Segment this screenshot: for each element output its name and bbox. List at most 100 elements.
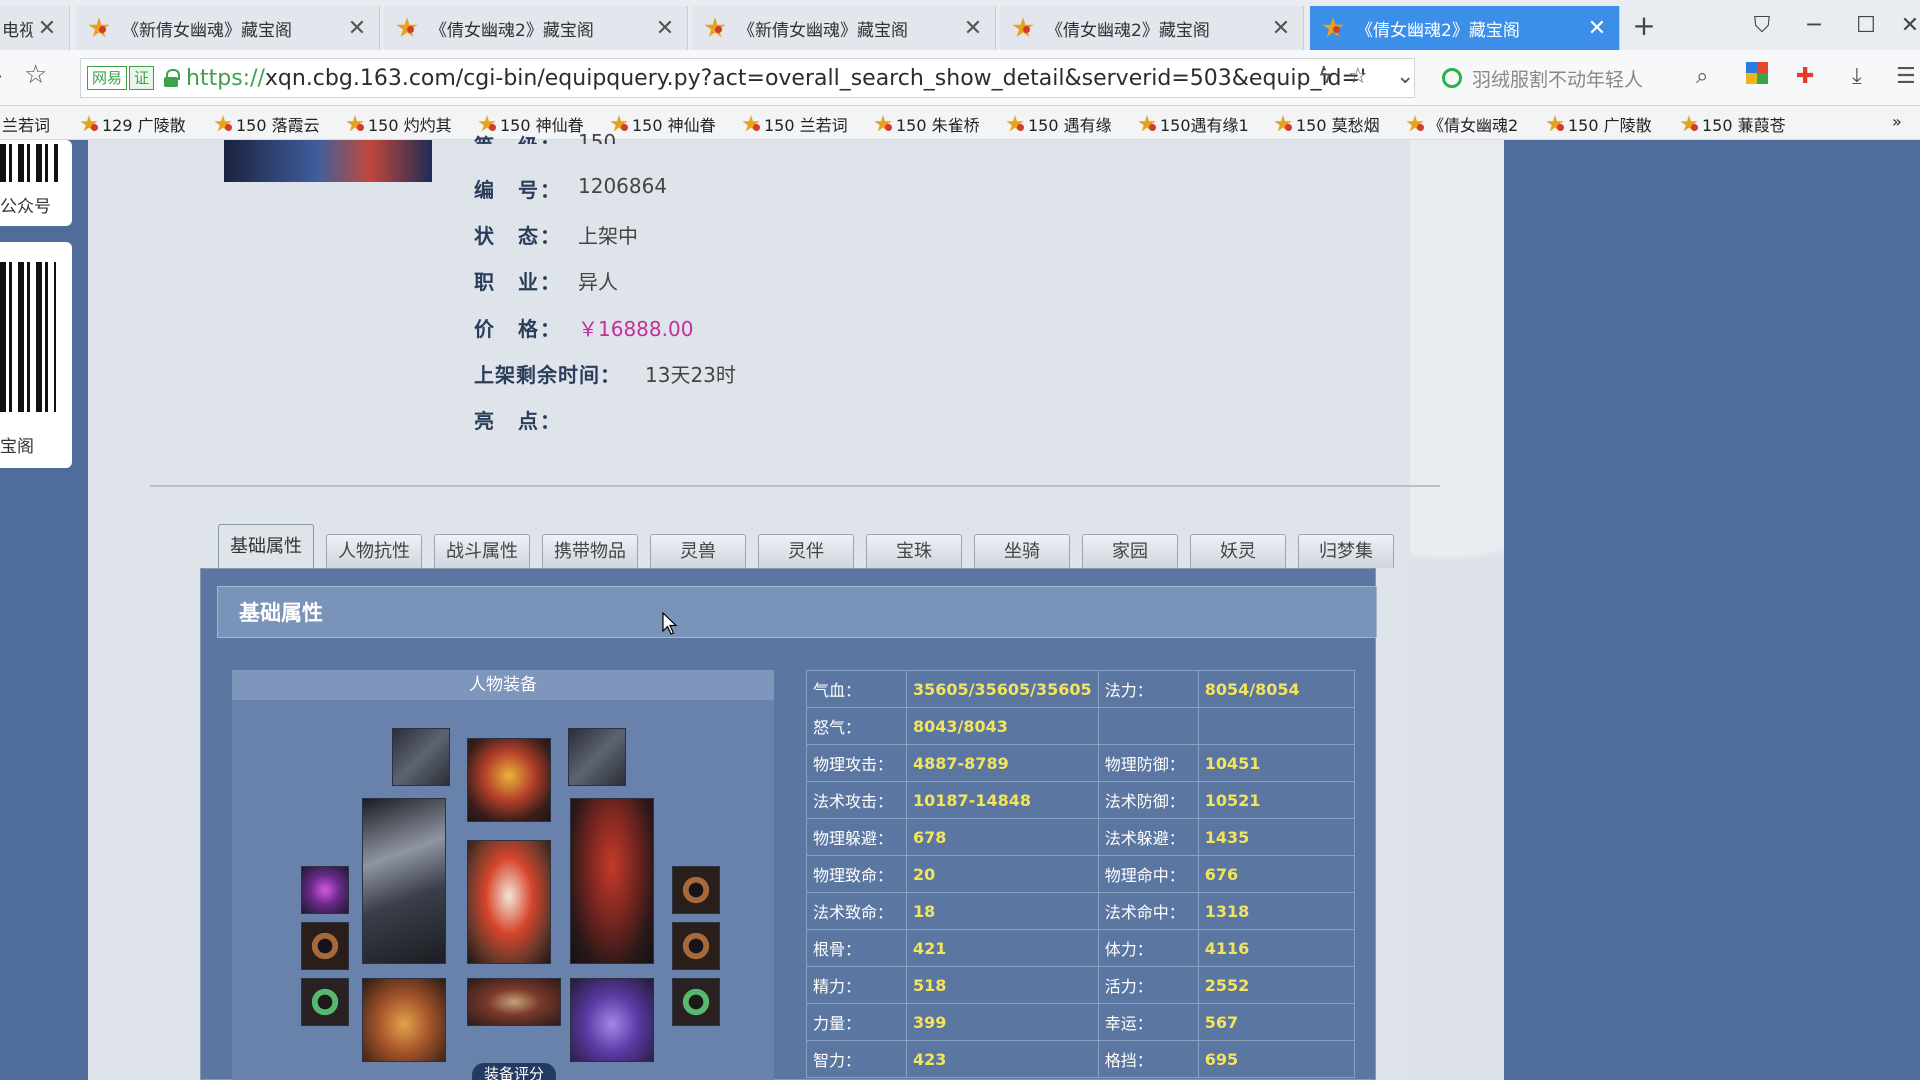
chevron-down-icon[interactable]: ⌄ (1396, 64, 1414, 89)
equip-slot-bracelet-left[interactable] (301, 922, 349, 970)
equip-slot-ring-right[interactable] (672, 978, 720, 1026)
bookmark-item[interactable]: 150 神仙眷 (610, 112, 716, 136)
stat-label: 物理躲避： (806, 818, 907, 856)
tab-home[interactable]: 家园 (1082, 534, 1178, 568)
browser-tab[interactable]: 《倩女幽魂2》藏宝阁 ✕ (384, 6, 688, 50)
stat-value: 567 (1197, 1003, 1355, 1041)
close-window-icon[interactable]: ✕ (1890, 8, 1920, 44)
equip-slot-boots[interactable] (570, 978, 654, 1062)
tab-combat-attributes[interactable]: 战斗属性 (434, 534, 530, 568)
game-favicon-icon (1680, 115, 1698, 133)
bookmark-item[interactable]: 150 灼灼其 (346, 112, 452, 136)
gamepad-icon[interactable]: ✚ (1796, 64, 1814, 89)
tab-resistance[interactable]: 人物抗性 (326, 534, 422, 568)
qr-card-wechat: 公众号 (0, 140, 72, 226)
equip-slot-weapon[interactable] (362, 798, 446, 964)
equip-slot-gem[interactable] (301, 866, 349, 914)
search-input[interactable]: 羽绒服割不动年轻人 (1472, 65, 1643, 92)
close-icon[interactable]: ✕ (651, 16, 679, 41)
price-value: ￥16888.00 (578, 317, 694, 341)
qr-label: 宝阁 (0, 437, 34, 457)
apps-grid-icon[interactable] (1746, 62, 1768, 84)
menu-icon[interactable]: ☰ (1896, 64, 1916, 89)
url-path: xqn.cbg.163.com/cgi-bin/equipquery.py?ac… (264, 65, 1367, 91)
url-field[interactable]: 网易 证 https://xqn.cbg.163.com/cgi-bin/equ… (80, 58, 1415, 98)
browser-tab[interactable]: 《新倩女幽魂》藏宝阁 ✕ (692, 6, 996, 50)
stat-value: 8043/8043 (906, 707, 1099, 745)
stat-value: 10521 (1197, 781, 1355, 819)
back-edge-icon[interactable]: › (0, 64, 3, 89)
tab-title: 电视剧 (2, 20, 33, 41)
close-icon[interactable]: ✕ (959, 16, 987, 41)
bookmark-star-icon[interactable]: ☆ (1348, 64, 1368, 89)
equip-slot-armor[interactable] (467, 840, 551, 964)
tab-yaoling[interactable]: 妖灵 (1190, 534, 1286, 568)
stat-value: 399 (906, 1003, 1099, 1041)
bookmark-label: 兰若词 (2, 116, 51, 135)
browser-tab[interactable]: 《倩女幽魂2》藏宝阁 ✕ (1000, 6, 1304, 50)
equip-slot-shoulder[interactable] (570, 798, 654, 964)
tab-carried-items[interactable]: 携带物品 (542, 534, 638, 568)
bookmark-item[interactable]: 150 莫愁烟 (1274, 112, 1380, 136)
tab-mount[interactable]: 坐骑 (974, 534, 1070, 568)
info-label: 编 号： (474, 178, 562, 202)
tab-gems[interactable]: 宝珠 (866, 534, 962, 568)
certificate-badge[interactable]: 证 (129, 66, 155, 90)
panel-title: 基础属性 (239, 601, 323, 625)
equip-slot-ring-left[interactable] (301, 978, 349, 1026)
favorite-star-icon[interactable]: ☆ (24, 60, 47, 90)
close-icon[interactable]: ✕ (1267, 16, 1295, 41)
bookmark-item[interactable]: 兰若词 (2, 112, 50, 136)
tab-basic-attributes[interactable]: 基础属性 (218, 524, 314, 568)
bookmark-item[interactable]: 150 朱雀桥 (874, 112, 980, 136)
browser-tab[interactable]: 电视剧 ✕ (0, 6, 70, 50)
game-favicon-icon (80, 115, 98, 133)
game-favicon-icon (704, 17, 726, 39)
info-label: 上架剩余时间： (474, 363, 621, 387)
bookmark-item[interactable]: 150 兰若词 (742, 112, 848, 136)
bookmark-label: 150 神仙眷 (632, 116, 716, 135)
shirt-icon[interactable]: ⛉ (1742, 8, 1782, 44)
close-icon[interactable]: ✕ (33, 16, 61, 41)
equip-slot-necklace[interactable] (392, 728, 450, 786)
bookmark-item[interactable]: 150 遇有缘 (1006, 112, 1112, 136)
equip-slot-bracelet-right[interactable] (672, 922, 720, 970)
bookmark-item[interactable]: 150遇有缘1 (1138, 112, 1249, 136)
stat-value: 1435 (1197, 818, 1355, 856)
bookmark-item[interactable]: 129 广陵散 (80, 112, 186, 136)
bookmark-item[interactable]: 150 落霞云 (214, 112, 320, 136)
equip-slot-belt[interactable] (467, 978, 561, 1026)
new-tab-button[interactable]: + (1624, 8, 1664, 44)
maximize-icon[interactable]: ☐ (1846, 8, 1886, 44)
bookmark-item[interactable]: 《倩女幽魂2 (1406, 112, 1518, 136)
search-box[interactable]: 羽绒服割不动年轻人 (1428, 58, 1708, 98)
bookmarks-more-icon[interactable]: » (1892, 112, 1902, 131)
tab-spirit-beast[interactable]: 灵兽 (650, 534, 746, 568)
equip-slot-ornament-right[interactable] (672, 866, 720, 914)
tab-dream-collection[interactable]: 归梦集 (1298, 534, 1394, 568)
equip-slot-gloves[interactable] (362, 978, 446, 1062)
stat-value: 2552 (1197, 966, 1355, 1004)
browser-tab[interactable]: 《新倩女幽魂》藏宝阁 ✕ (76, 6, 380, 50)
url-text[interactable]: https://xqn.cbg.163.com/cgi-bin/equipque… (186, 66, 1414, 91)
equipment-score-button[interactable]: 装备评分 (472, 1063, 556, 1080)
tab-spirit-companion[interactable]: 灵伴 (758, 534, 854, 568)
browser-tab-active[interactable]: 《倩女幽魂2》藏宝阁 ✕ (1310, 6, 1620, 50)
download-icon[interactable]: ⤓ (1852, 64, 1862, 89)
equip-slot-amulet[interactable] (568, 728, 626, 786)
equip-slot-helmet[interactable] (467, 738, 551, 822)
info-value: 异人 (578, 270, 618, 294)
close-icon[interactable]: ✕ (343, 16, 371, 41)
lightning-icon[interactable]: ϟ (1318, 64, 1333, 89)
search-icon[interactable]: ⌕ (1696, 64, 1708, 89)
tab-bar: 电视剧 ✕ 《新倩女幽魂》藏宝阁 ✕ 《倩女幽魂2》藏宝阁 ✕ 《新倩女幽魂》藏… (0, 0, 1920, 50)
bookmark-item[interactable]: 150 蒹葭苍 (1680, 112, 1786, 136)
stat-label: 法术命中： (1097, 892, 1199, 930)
minimize-icon[interactable]: ─ (1794, 8, 1834, 44)
close-icon[interactable]: ✕ (1583, 16, 1611, 41)
bookmark-item[interactable]: 150 广陵散 (1546, 112, 1652, 136)
bookmark-label: 150 遇有缘 (1028, 116, 1112, 135)
bookmark-label: 150遇有缘1 (1160, 116, 1249, 135)
panel-header (217, 586, 1377, 638)
info-label: 价 格： (474, 317, 562, 341)
